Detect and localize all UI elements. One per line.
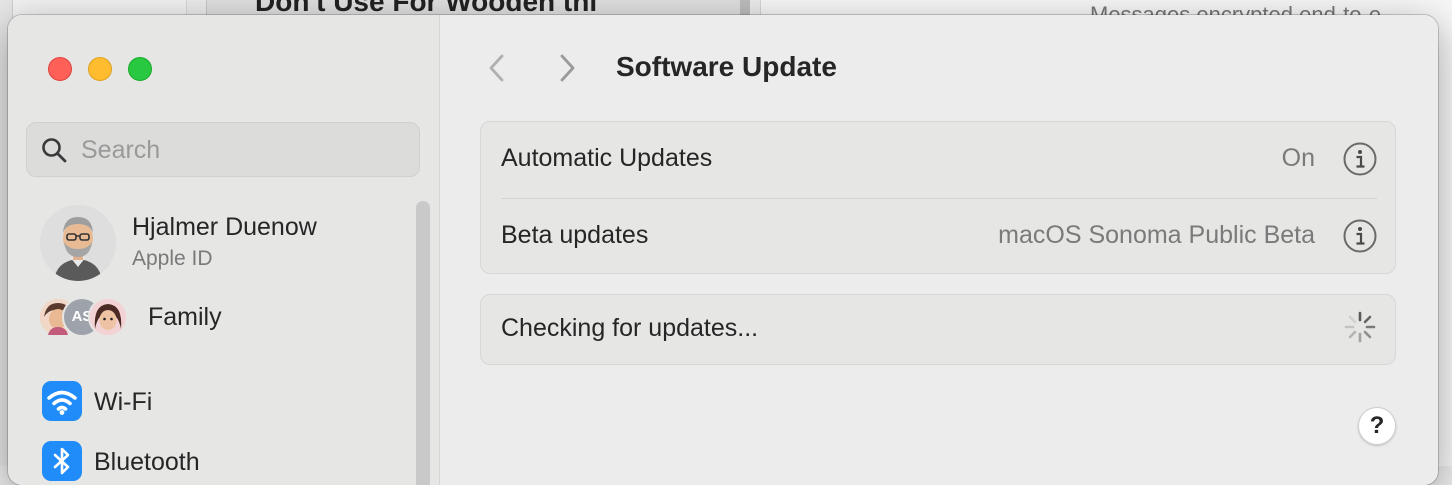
beta-updates-row[interactable]: Beta updates macOS Sonoma Public Beta [481,199,1395,275]
main-content: Software Update Automatic Updates On Bet… [440,15,1438,485]
sidebar-item-label: Wi-Fi [94,388,153,416]
help-button[interactable]: ? [1358,407,1396,445]
family-label: Family [148,303,222,331]
update-status-row: Checking for updates... [481,292,1395,368]
beta-updates-label: Beta updates [501,221,649,249]
avatar [40,205,116,281]
spinner-icon [1344,311,1376,343]
page-title: Software Update [616,51,837,82]
beta-updates-value: macOS Sonoma Public Beta [998,221,1315,249]
minimize-button[interactable] [88,57,112,81]
account-name: Hjalmer Duenow [132,213,317,241]
background-document-window: Don't Use For Wooden thi [206,0,746,16]
sidebar-item-bluetooth[interactable]: Bluetooth [42,441,422,485]
info-icon[interactable] [1343,219,1377,253]
update-settings-group: Automatic Updates On Beta updates macOS … [480,121,1396,274]
update-status-label: Checking for updates... [501,314,759,342]
back-button[interactable] [482,51,512,85]
search-field[interactable] [26,122,420,177]
background-document-title: Don't Use For Wooden thi [255,0,598,16]
zoom-button[interactable] [128,57,152,81]
wifi-icon [42,381,82,421]
apple-id-account[interactable]: Hjalmer Duenow Apple ID [38,203,418,281]
info-icon[interactable] [1343,142,1377,176]
forward-button[interactable] [552,51,582,85]
system-settings-window: Hjalmer Duenow Apple ID AS [8,15,1438,485]
automatic-updates-value: On [1281,144,1315,172]
automatic-updates-label: Automatic Updates [501,144,713,172]
search-input[interactable] [81,133,401,167]
background-scrollbar [740,0,750,16]
sidebar-item-label: Bluetooth [94,448,200,476]
search-icon [42,138,67,163]
account-subtitle: Apple ID [132,247,213,270]
close-button[interactable] [48,57,72,81]
sidebar-scrollbar[interactable] [416,201,430,485]
update-status-group: Checking for updates... [480,294,1396,365]
automatic-updates-row[interactable]: Automatic Updates On [481,122,1395,198]
family-member-avatar [88,297,128,337]
sidebar-item-family[interactable]: AS Family [38,295,418,339]
bluetooth-icon [42,441,82,481]
sidebar-item-wifi[interactable]: Wi-Fi [42,381,422,425]
sidebar: Hjalmer Duenow Apple ID AS [8,15,440,485]
